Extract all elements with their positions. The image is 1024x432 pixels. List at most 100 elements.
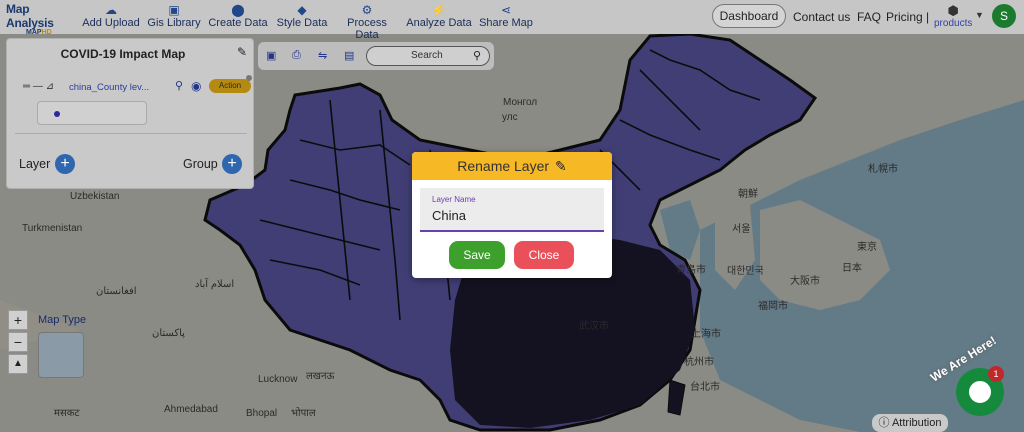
brand-subtitle: MAPHD: [26, 29, 52, 36]
cube-icon: ⬢: [947, 3, 959, 18]
close-button[interactable]: Close: [514, 241, 574, 269]
paint-bucket-icon: ◆: [297, 3, 307, 17]
products-label: products: [934, 18, 973, 29]
map-label: 大阪市: [790, 276, 820, 287]
search-input[interactable]: Search ⚲: [366, 46, 490, 66]
visibility-eye-icon[interactable]: ◉: [191, 79, 201, 93]
layer-name[interactable]: china_County lev...: [69, 82, 149, 93]
map-label: 서울: [732, 224, 751, 235]
nav-process-data[interactable]: ⚙ Process Data: [334, 3, 400, 41]
map-label: افغانستان: [96, 286, 137, 297]
nav-gis-library[interactable]: ▣ Gis Library: [146, 3, 202, 29]
map-label: پاکستان: [152, 328, 185, 339]
map-label: 上海市: [691, 329, 721, 340]
zoom-in-button[interactable]: +: [8, 310, 28, 330]
map-label: Монгол: [503, 97, 538, 108]
zoom-to-layer-icon[interactable]: ⚲: [175, 79, 183, 92]
map-label: 青島市: [676, 265, 706, 276]
edit-title-icon[interactable]: ✎: [237, 45, 247, 59]
add-group-button[interactable]: +: [222, 154, 242, 174]
print-icon[interactable]: ⎙: [292, 49, 301, 62]
modal-title: Rename Layer: [457, 158, 550, 174]
map-label: Turkmenistan: [22, 223, 83, 234]
nav-analyze-data[interactable]: ⚡ Analyze Data: [406, 3, 472, 29]
nav-share-map[interactable]: ⋖ Share Map: [478, 3, 534, 29]
nav-label: Analyze Data: [406, 17, 472, 29]
map-label: اسلام آباد: [195, 279, 235, 290]
layer-name-label: Layer Name: [432, 195, 476, 204]
rename-layer-modal: Rename Layer ✎ Layer Name China Save Clos…: [412, 152, 612, 278]
map-title: COVID-19 Impact Map: [60, 47, 186, 61]
dashboard-button[interactable]: Dashboard: [712, 4, 786, 28]
brand-title: Map Analysis: [6, 2, 54, 30]
process-icon: ⚙: [361, 3, 373, 17]
map-label: 福岡市: [758, 301, 788, 312]
screenshot-icon[interactable]: ▣: [266, 49, 276, 62]
measure-icon[interactable]: ⇋: [318, 49, 327, 62]
nav-label: Create Data: [208, 17, 268, 29]
zoom-out-button[interactable]: −: [8, 332, 28, 352]
cloud-upload-icon: ☁: [105, 3, 117, 17]
map-label: 日本: [842, 263, 862, 274]
nav-label: Add Upload: [82, 17, 140, 29]
legend-point-icon: [54, 111, 60, 117]
modal-header: Rename Layer ✎: [412, 152, 612, 180]
map-label: 대한민국: [727, 266, 764, 277]
map-label: 杭州市: [684, 357, 714, 368]
attribution-button[interactable]: ⓘ Attribution: [872, 414, 948, 432]
chevron-down-icon[interactable]: ▼: [975, 10, 984, 20]
map-label: 東京: [857, 242, 877, 253]
contact-link[interactable]: Contact us: [793, 10, 850, 24]
map-label: 武汉市: [579, 321, 609, 332]
map-label: 台北市: [690, 382, 720, 393]
chat-bubble-icon: [969, 381, 991, 403]
map-label: भोपाल: [291, 408, 316, 419]
map-label: Lucknow: [258, 374, 298, 385]
comment-icon[interactable]: ▤: [344, 49, 354, 62]
pencil-icon: ✎: [555, 158, 567, 174]
action-dot-icon: [246, 75, 252, 81]
save-button[interactable]: Save: [449, 241, 505, 269]
map-label: मसकट: [54, 408, 80, 419]
group-label: Group: [183, 157, 218, 171]
map-pin-icon: ⬤: [231, 3, 245, 17]
nav-label: Style Data: [276, 17, 328, 29]
nav-label: Process Data: [347, 17, 387, 41]
map-type-label: Map Type: [38, 314, 87, 326]
products-menu[interactable]: ⬢ products: [934, 3, 973, 30]
top-navigation-bar: Map Analysis MAPHD ☁ Add Upload ▣ Gis Li…: [0, 0, 1024, 41]
reset-north-button[interactable]: ▲: [8, 354, 28, 374]
map-label: Ahmedabad: [164, 404, 218, 415]
chat-badge: 1: [988, 366, 1004, 382]
nav-create-data[interactable]: ⬤ Create Data: [208, 3, 268, 29]
nav-label: Gis Library: [147, 17, 201, 29]
brand-logo[interactable]: Map Analysis MAPHD: [6, 2, 76, 36]
layer-label: Layer: [19, 157, 51, 171]
panel-divider: [15, 133, 247, 134]
map-label: 札幌市: [868, 164, 898, 175]
nav-style-data[interactable]: ◆ Style Data: [275, 3, 329, 29]
nav-add-upload[interactable]: ☁ Add Upload: [82, 3, 140, 29]
action-button[interactable]: Action: [209, 79, 251, 93]
map-label: улс: [502, 112, 518, 123]
faq-link[interactable]: FAQ: [857, 10, 881, 24]
add-layer-button[interactable]: +: [55, 154, 75, 174]
map-label: 朝鮮: [738, 189, 758, 200]
search-icon: ⚲: [472, 50, 481, 62]
analyze-icon: ⚡: [431, 3, 447, 17]
layer-legend: [37, 101, 147, 125]
library-icon: ▣: [168, 3, 180, 17]
map-label: लखनऊ: [306, 371, 335, 382]
map-type-thumbnail[interactable]: [38, 332, 84, 378]
layer-name-field[interactable]: Layer Name China: [420, 188, 604, 232]
share-icon: ⋖: [500, 3, 512, 17]
map-toolbar: ▣ ⎙ ⇋ ▤ Search ⚲: [258, 42, 494, 70]
layer-panel: COVID-19 Impact Map ✎ ═ — ⊿ china_County…: [6, 38, 254, 189]
layer-name-value[interactable]: China: [432, 208, 466, 223]
layer-row-controls[interactable]: ═ — ⊿: [23, 81, 54, 92]
avatar[interactable]: S: [992, 4, 1016, 28]
map-label: Bhopal: [246, 408, 278, 419]
search-placeholder: Search: [411, 50, 443, 61]
pricing-link[interactable]: Pricing |: [886, 10, 929, 24]
map-label: Uzbekistan: [70, 191, 120, 202]
